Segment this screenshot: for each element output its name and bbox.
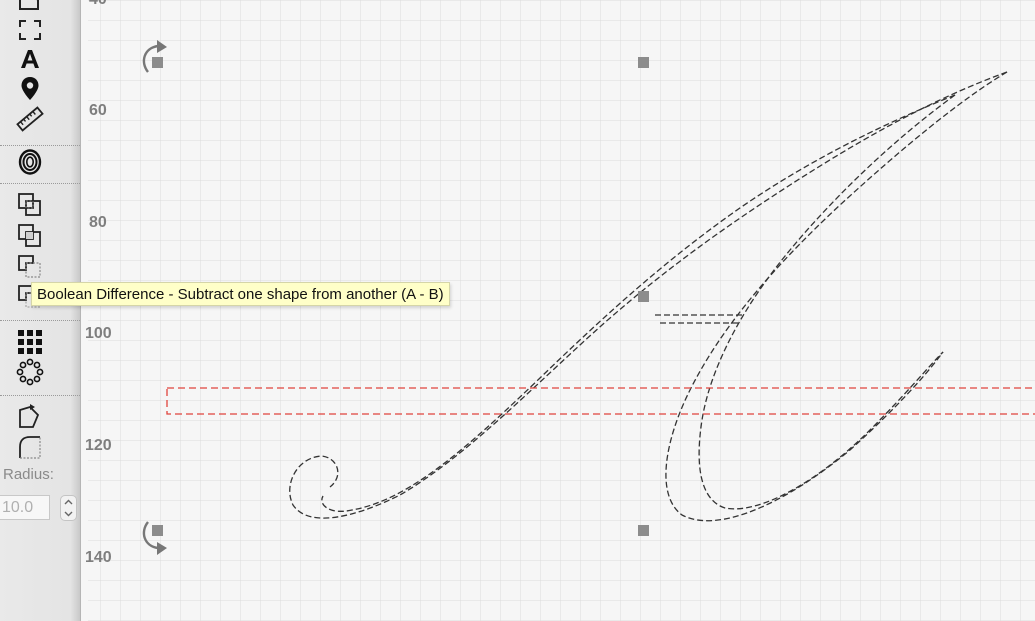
handle-bottom-center[interactable] — [638, 525, 649, 536]
ruler-label: 80 — [89, 214, 107, 231]
measure-tool[interactable] — [12, 104, 48, 134]
text-a-icon — [21, 50, 39, 68]
corner-round-icon — [19, 436, 41, 459]
outline-tool[interactable] — [12, 147, 48, 177]
radius-increment-button[interactable] — [61, 496, 76, 508]
edit-path-tool[interactable] — [12, 0, 48, 16]
handle-bottom-left[interactable] — [152, 525, 163, 536]
radius-input[interactable] — [0, 495, 50, 520]
rectangle-tool[interactable] — [12, 15, 48, 45]
ruler-label: 40 — [89, 0, 107, 9]
chevron-down-icon — [64, 511, 73, 517]
chevron-up-icon — [64, 499, 73, 505]
ruler-label: 100 — [85, 325, 112, 342]
toolbar-separator — [0, 145, 80, 146]
toolbar-separator — [0, 183, 80, 184]
tooltip: Boolean Difference - Subtract one shape … — [31, 282, 450, 306]
location-pin-tool[interactable] — [12, 74, 48, 104]
toolbar-separator — [0, 395, 80, 396]
ruler-label: 140 — [85, 549, 112, 566]
polygon-icon — [19, 404, 40, 428]
ruler-label: 60 — [89, 102, 107, 119]
text-tool[interactable] — [12, 44, 48, 74]
ruler-icon — [16, 106, 44, 132]
boolean-exclude-icon — [18, 255, 41, 278]
drawing-canvas[interactable]: 40 60 80 100 120 140 — [81, 0, 1035, 621]
boolean-exclude-tool[interactable] — [12, 252, 48, 282]
handle-top-left[interactable] — [152, 57, 163, 68]
outline-o-icon — [18, 149, 42, 175]
toolbar: Radius: — [0, 0, 81, 621]
canvas-svg[interactable] — [81, 0, 1035, 621]
corner-round-tool[interactable] — [12, 432, 48, 462]
grid-array-tool[interactable] — [12, 327, 48, 357]
radius-decrement-button[interactable] — [61, 508, 76, 520]
polygon-tool[interactable] — [12, 402, 48, 432]
circular-array-icon — [16, 358, 44, 386]
handle-top-center[interactable] — [638, 57, 649, 68]
dashed-rectangle-icon — [19, 20, 41, 40]
radius-stepper[interactable] — [60, 495, 77, 521]
handle-middle-center[interactable] — [638, 291, 649, 302]
boolean-union-icon — [18, 193, 41, 216]
location-pin-icon — [21, 77, 39, 100]
pen-path-icon — [19, 0, 39, 10]
toolbar-separator — [0, 320, 80, 321]
ruler-label: 120 — [85, 437, 112, 454]
circular-array-tool[interactable] — [12, 357, 48, 387]
grid-array-icon — [18, 330, 42, 354]
boolean-intersect-icon — [18, 224, 41, 247]
boolean-union-tool[interactable] — [12, 190, 48, 220]
radius-label: Radius: — [3, 466, 54, 483]
boolean-intersect-tool[interactable] — [12, 221, 48, 251]
